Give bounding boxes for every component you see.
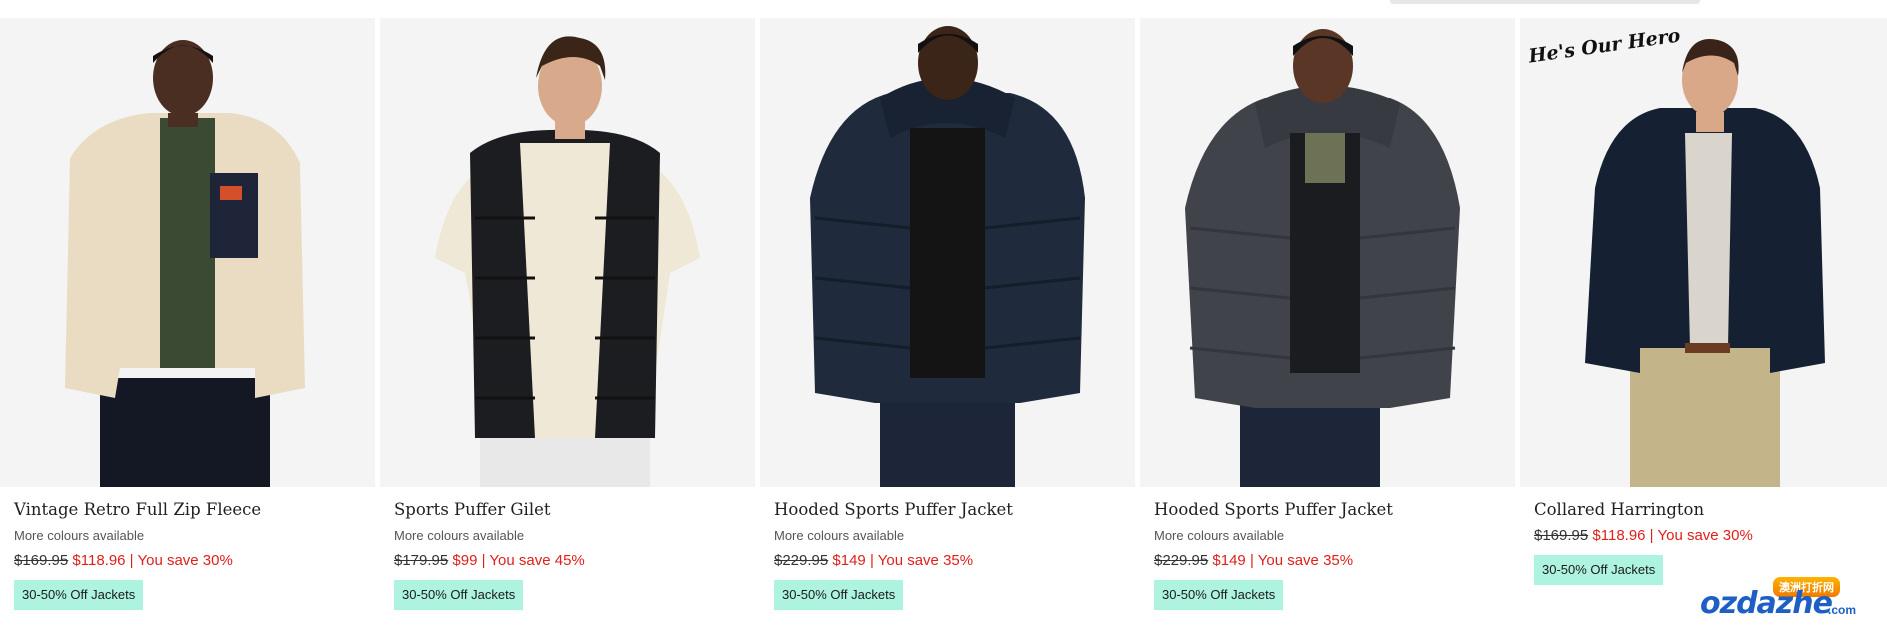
more-colours-text: More colours available: [394, 528, 525, 543]
more-colours-text: More colours available: [774, 528, 905, 543]
promo-badge[interactable]: 30-50% Off Jackets: [1534, 555, 1664, 585]
product-grid: Vintage Retro Full Zip Fleece More colou…: [0, 18, 1887, 630]
watermark-logo: 澳洲打折网 ozdazhe .com: [1700, 576, 1875, 626]
product-title[interactable]: Sports Puffer Gilet: [394, 499, 755, 525]
product-card[interactable]: Hooded Sports Puffer Jacket More colours…: [760, 18, 1135, 630]
search-bar-edge: [1390, 0, 1700, 4]
sale-price: $149 | You save 35%: [1212, 552, 1354, 569]
promo-badge[interactable]: 30-50% Off Jackets: [774, 580, 904, 610]
product-card[interactable]: He's Our Hero Collared Harrington $169.9…: [1520, 18, 1887, 630]
product-image[interactable]: [1140, 18, 1515, 487]
product-card[interactable]: Sports Puffer Gilet More colours availab…: [380, 18, 755, 630]
product-image[interactable]: [760, 18, 1135, 487]
price: $179.95 $99 | You save 45%: [394, 550, 755, 580]
product-title[interactable]: Vintage Retro Full Zip Fleece: [14, 499, 375, 525]
watermark-main-text: ozdazhe: [1700, 586, 1833, 621]
product-title[interactable]: Hooded Sports Puffer Jacket: [1154, 499, 1515, 525]
promo-badge[interactable]: 30-50% Off Jackets: [14, 580, 144, 610]
price: $229.95 $149 | You save 35%: [774, 550, 1135, 580]
original-price: $179.95: [394, 552, 449, 569]
top-bar: [0, 0, 1887, 18]
product-card[interactable]: Vintage Retro Full Zip Fleece More colou…: [0, 18, 375, 630]
sale-price: $99 | You save 45%: [452, 552, 585, 569]
price: $169.95 $118.96 | You save 30%: [14, 550, 375, 580]
product-title[interactable]: Collared Harrington: [1534, 499, 1887, 525]
promo-badge[interactable]: 30-50% Off Jackets: [1154, 580, 1284, 610]
original-price: $169.95: [14, 552, 69, 569]
product-card[interactable]: Hooded Sports Puffer Jacket More colours…: [1140, 18, 1515, 630]
original-price: $169.95: [1534, 527, 1589, 544]
product-title[interactable]: Hooded Sports Puffer Jacket: [774, 499, 1135, 525]
watermark-suffix: .com: [1828, 603, 1857, 617]
price: $169.95 $118.96 | You save 30%: [1534, 525, 1887, 555]
more-colours-text: More colours available: [1154, 528, 1285, 543]
product-image[interactable]: He's Our Hero: [1520, 18, 1887, 487]
sale-price: $149 | You save 35%: [832, 552, 974, 569]
product-image[interactable]: [0, 18, 375, 487]
original-price: $229.95: [774, 552, 829, 569]
more-colours-text: More colours available: [14, 528, 145, 543]
sale-price: $118.96 | You save 30%: [1592, 527, 1753, 544]
original-price: $229.95: [1154, 552, 1209, 569]
sale-price: $118.96 | You save 30%: [72, 552, 233, 569]
promo-badge[interactable]: 30-50% Off Jackets: [394, 580, 524, 610]
price: $229.95 $149 | You save 35%: [1154, 550, 1515, 580]
product-image[interactable]: [380, 18, 755, 487]
